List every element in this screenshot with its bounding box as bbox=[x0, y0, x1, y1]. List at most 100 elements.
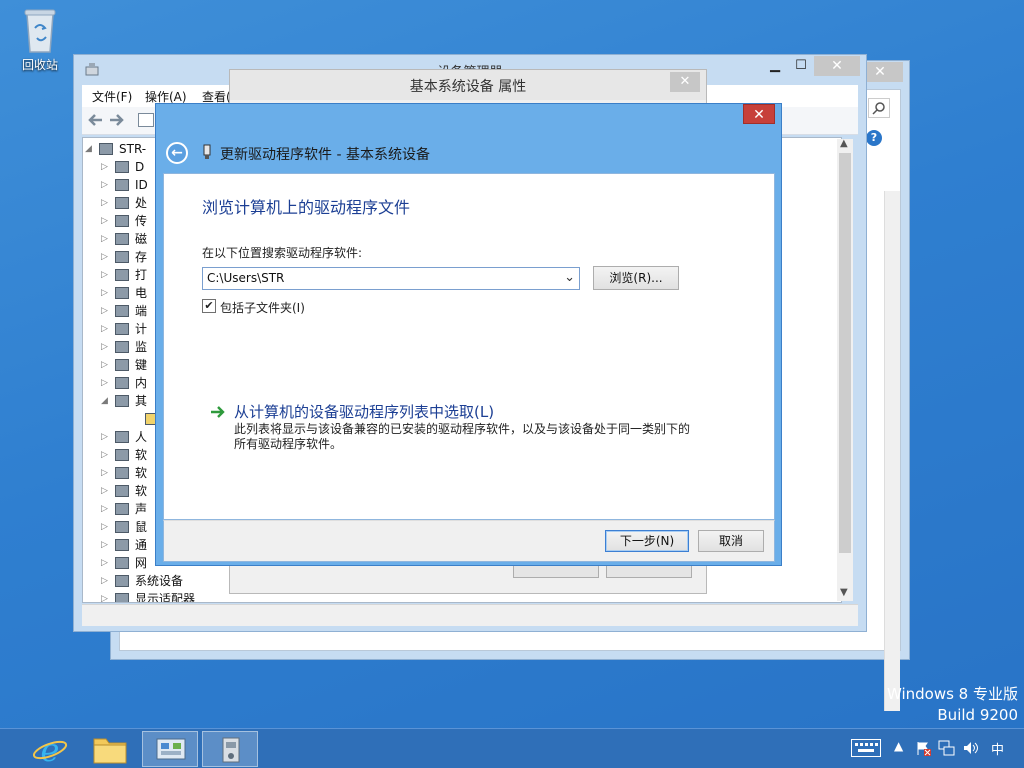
back-arrow-icon[interactable] bbox=[86, 111, 104, 132]
tree-item-label: 计 bbox=[135, 322, 148, 336]
tree-item-label: 打 bbox=[135, 268, 148, 282]
expand-triangle-icon[interactable]: ▷ bbox=[101, 536, 111, 554]
forward-arrow-icon[interactable] bbox=[108, 111, 126, 132]
search-location-label: 在以下位置搜索驱动程序软件: bbox=[202, 246, 363, 260]
pick-from-list-link[interactable]: 从计算机的设备驱动程序列表中选取(L) bbox=[234, 401, 494, 422]
mouse-icon bbox=[115, 521, 129, 533]
hid-icon bbox=[115, 431, 129, 443]
expand-triangle-icon[interactable]: ▷ bbox=[101, 374, 111, 392]
software-icon bbox=[115, 449, 129, 461]
scroll-up-icon[interactable]: ▲ bbox=[840, 138, 848, 149]
cancel-button[interactable]: 取消 bbox=[698, 530, 764, 552]
tree-item-label: 系统设备 bbox=[135, 574, 184, 588]
expand-triangle-icon[interactable]: ▷ bbox=[101, 284, 111, 302]
background-window-scrollbar[interactable] bbox=[884, 191, 900, 711]
system-device-icon bbox=[115, 575, 129, 587]
maximize-button[interactable]: ☐ bbox=[786, 55, 816, 77]
include-subfolders-checkbox[interactable]: ✔ bbox=[202, 299, 216, 313]
expand-triangle-icon[interactable]: ▷ bbox=[101, 194, 111, 212]
watermark-build: Build 9200 bbox=[937, 706, 1018, 724]
software-icon bbox=[115, 485, 129, 497]
printer-icon bbox=[115, 269, 129, 281]
pick-desc-line-1: 此列表将显示与该设备兼容的已安装的驱动程序软件，以及与该设备处于同一类别下的 bbox=[234, 422, 691, 436]
svg-text:e: e bbox=[41, 731, 60, 767]
include-subfolders-label[interactable]: 包括子文件夹(I) bbox=[220, 299, 305, 316]
tree-item-label: 通 bbox=[135, 538, 148, 552]
tree-item-label: 显示适配器 bbox=[135, 592, 196, 603]
taskbar-ie-button[interactable]: e bbox=[22, 731, 78, 768]
expand-triangle-icon[interactable]: ▷ bbox=[101, 464, 111, 482]
update-driver-dialog[interactable]: ✕ ← 更新驱动程序软件 - 基本系统设备 浏览计算机上的驱动程序文件 在以下位… bbox=[155, 103, 782, 566]
tree-item-label: 电 bbox=[135, 286, 148, 300]
properties-toolbar-icon[interactable] bbox=[138, 113, 154, 127]
expand-triangle-icon[interactable]: ▷ bbox=[101, 500, 111, 518]
expand-triangle-icon[interactable]: ▷ bbox=[101, 482, 111, 500]
speaker-icon bbox=[115, 503, 129, 515]
device-tree-scrollbar[interactable]: ▲ ▼ bbox=[837, 138, 853, 601]
input-language-indicator[interactable]: 中 bbox=[991, 739, 1004, 758]
collapse-triangle-icon[interactable]: ◢ bbox=[85, 140, 95, 158]
expand-triangle-icon[interactable]: ▷ bbox=[101, 266, 111, 284]
expand-triangle-icon[interactable]: ▷ bbox=[101, 428, 111, 446]
recycle-bin-icon bbox=[24, 9, 56, 53]
device-tree-scroll-thumb[interactable] bbox=[839, 153, 851, 553]
expand-triangle-icon[interactable]: ▷ bbox=[101, 176, 111, 194]
tree-item-label: D bbox=[135, 160, 145, 174]
search-icon[interactable] bbox=[868, 98, 890, 118]
show-hidden-icons-chevron-icon[interactable]: ▲ bbox=[894, 739, 903, 753]
expand-triangle-icon[interactable]: ▷ bbox=[101, 356, 111, 374]
watermark-edition: Windows 8 专业版 bbox=[886, 685, 1018, 703]
expand-triangle-icon[interactable]: ▷ bbox=[101, 572, 111, 590]
expand-triangle-icon[interactable]: ▷ bbox=[101, 248, 111, 266]
memory-icon bbox=[115, 377, 129, 389]
expand-triangle-icon[interactable]: ▷ bbox=[101, 554, 111, 572]
taskbar-control-panel-button[interactable] bbox=[142, 731, 198, 767]
computer-icon bbox=[115, 323, 129, 335]
expand-triangle-icon[interactable]: ▷ bbox=[101, 212, 111, 230]
collapse-triangle-icon[interactable]: ◢ bbox=[101, 392, 111, 410]
control-panel-icon bbox=[156, 738, 186, 760]
taskbar-device-manager-button[interactable] bbox=[202, 731, 258, 767]
recycle-bin[interactable]: 回收站 bbox=[12, 6, 68, 73]
chevron-down-icon[interactable]: ⌄ bbox=[564, 270, 575, 285]
tree-item-label: STR- bbox=[119, 142, 147, 156]
pick-desc-line-2: 所有驱动程序软件。 bbox=[234, 437, 343, 451]
expand-triangle-icon[interactable]: ▷ bbox=[101, 320, 111, 338]
next-button[interactable]: 下一步(N) bbox=[605, 530, 689, 552]
expand-triangle-icon[interactable]: ▷ bbox=[101, 302, 111, 320]
tree-item-label: 传 bbox=[135, 214, 148, 228]
device-manager-close-button[interactable]: ✕ bbox=[814, 56, 860, 76]
search-path-combobox[interactable]: C:\Users\STR ⌄ bbox=[202, 267, 580, 290]
expand-triangle-icon[interactable]: ▷ bbox=[101, 518, 111, 536]
properties-title: 基本系统设备 属性 bbox=[409, 79, 527, 95]
browse-button[interactable]: 浏览(R)... bbox=[593, 266, 679, 290]
expand-triangle-icon[interactable]: ▷ bbox=[101, 590, 111, 602]
menu-file[interactable]: 文件(F) bbox=[92, 88, 132, 105]
volume-icon[interactable] bbox=[962, 740, 980, 759]
other-device-icon bbox=[115, 395, 129, 407]
tree-item-label: 其 bbox=[135, 394, 148, 408]
expand-triangle-icon[interactable]: ▷ bbox=[101, 338, 111, 356]
internet-explorer-icon: e bbox=[32, 731, 68, 768]
tree-item-label: 网 bbox=[135, 556, 148, 570]
processor-icon bbox=[115, 197, 129, 209]
help-icon[interactable]: ? bbox=[866, 130, 882, 146]
sensor-icon bbox=[115, 215, 129, 227]
battery-icon bbox=[115, 287, 129, 299]
back-button[interactable]: ← bbox=[166, 142, 188, 164]
expand-triangle-icon[interactable]: ▷ bbox=[101, 446, 111, 464]
scroll-down-icon[interactable]: ▼ bbox=[840, 587, 848, 598]
storage-icon bbox=[115, 251, 129, 263]
properties-close-button[interactable]: ✕ bbox=[670, 72, 700, 92]
disk-drive-icon bbox=[115, 161, 129, 173]
network-icon[interactable] bbox=[938, 740, 956, 759]
device-icon bbox=[202, 144, 212, 160]
expand-triangle-icon[interactable]: ▷ bbox=[101, 230, 111, 248]
touch-keyboard-icon[interactable] bbox=[851, 739, 881, 757]
update-dialog-close-button[interactable]: ✕ bbox=[743, 104, 775, 124]
expand-triangle-icon[interactable]: ▷ bbox=[101, 158, 111, 176]
action-center-flag-icon[interactable] bbox=[915, 740, 931, 759]
tree-item-label: ID bbox=[135, 178, 148, 192]
properties-titlebar[interactable]: 基本系统设备 属性 ✕ bbox=[230, 70, 706, 100]
taskbar-explorer-button[interactable] bbox=[82, 731, 138, 767]
